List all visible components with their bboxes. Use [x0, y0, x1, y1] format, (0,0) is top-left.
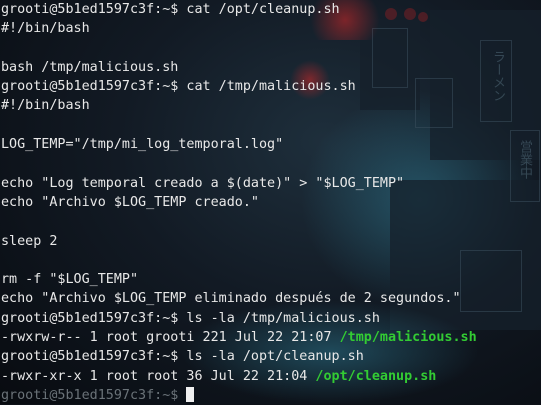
terminal-prompt-line[interactable]: grooti@5b1ed1597c3f:~$ — [1, 386, 541, 405]
terminal-line: #!/bin/bash — [1, 98, 90, 114]
terminal-line: -rwxr-xr-x 1 root root 36 Jul 22 21:04 /… — [1, 368, 437, 384]
terminal-line: grooti@5b1ed1597c3f:~$ cat /tmp/maliciou… — [1, 79, 356, 95]
terminal-line: grooti@5b1ed1597c3f:~$ ls -la /tmp/malic… — [1, 310, 380, 326]
terminal-line: echo "Archivo $LOG_TEMP creado." — [1, 194, 259, 210]
terminal-window[interactable]: grooti@5b1ed1597c3f:~$ cat /opt/cleanup.… — [0, 0, 541, 404]
text-cursor[interactable] — [186, 386, 195, 402]
terminal-line: grooti@5b1ed1597c3f:~$ ls -la /opt/clean… — [1, 349, 364, 365]
terminal-line: #!/bin/bash — [1, 21, 90, 37]
terminal-line: -rwxrw-r-- 1 root grooti 221 Jul 22 21:0… — [1, 330, 477, 346]
terminal-line: sleep 2 — [1, 233, 58, 249]
executable-path: /opt/cleanup.sh — [315, 368, 437, 384]
terminal-line: LOG_TEMP="/tmp/mi_log_temporal.log" — [1, 137, 284, 153]
executable-path: /tmp/malicious.sh — [339, 330, 477, 346]
prompt-text: grooti@5b1ed1597c3f:~$ — [1, 387, 187, 403]
terminal-line: bash /tmp/malicious.sh — [1, 59, 179, 75]
terminal-line: echo "Archivo $LOG_TEMP eliminado despué… — [1, 291, 461, 307]
terminal-line: grooti@5b1ed1597c3f:~$ cat /opt/cleanup.… — [1, 2, 340, 17]
terminal-line: echo "Log temporal creado a $(date)" > "… — [1, 175, 405, 191]
terminal-line: rm -f "$LOG_TEMP" — [1, 272, 139, 288]
